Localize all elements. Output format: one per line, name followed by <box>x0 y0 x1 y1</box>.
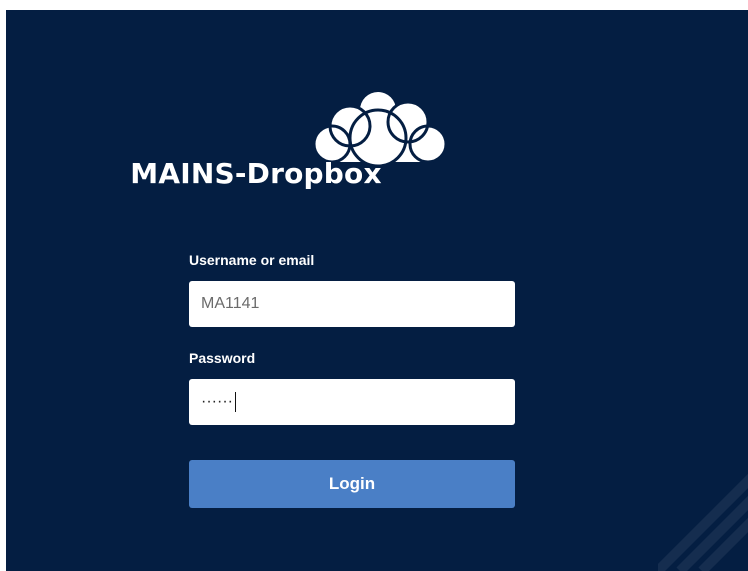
brand-logo: MAINS-Dropbox <box>6 10 748 210</box>
password-label: Password <box>189 350 256 366</box>
login-button[interactable]: Login <box>189 460 515 508</box>
brand-name: MAINS-Dropbox <box>130 157 382 190</box>
username-value: MA1141 <box>201 295 260 312</box>
password-value: ······ <box>201 393 233 410</box>
decorative-stripes <box>658 473 748 571</box>
username-field[interactable]: MA1141 <box>189 281 515 327</box>
cloud-icon <box>312 92 448 168</box>
text-caret <box>234 392 236 412</box>
username-label: Username or email <box>189 252 315 268</box>
password-field[interactable]: ······ <box>189 379 515 425</box>
login-page: MAINS-Dropbox Username or email MA1141 P… <box>6 10 748 571</box>
